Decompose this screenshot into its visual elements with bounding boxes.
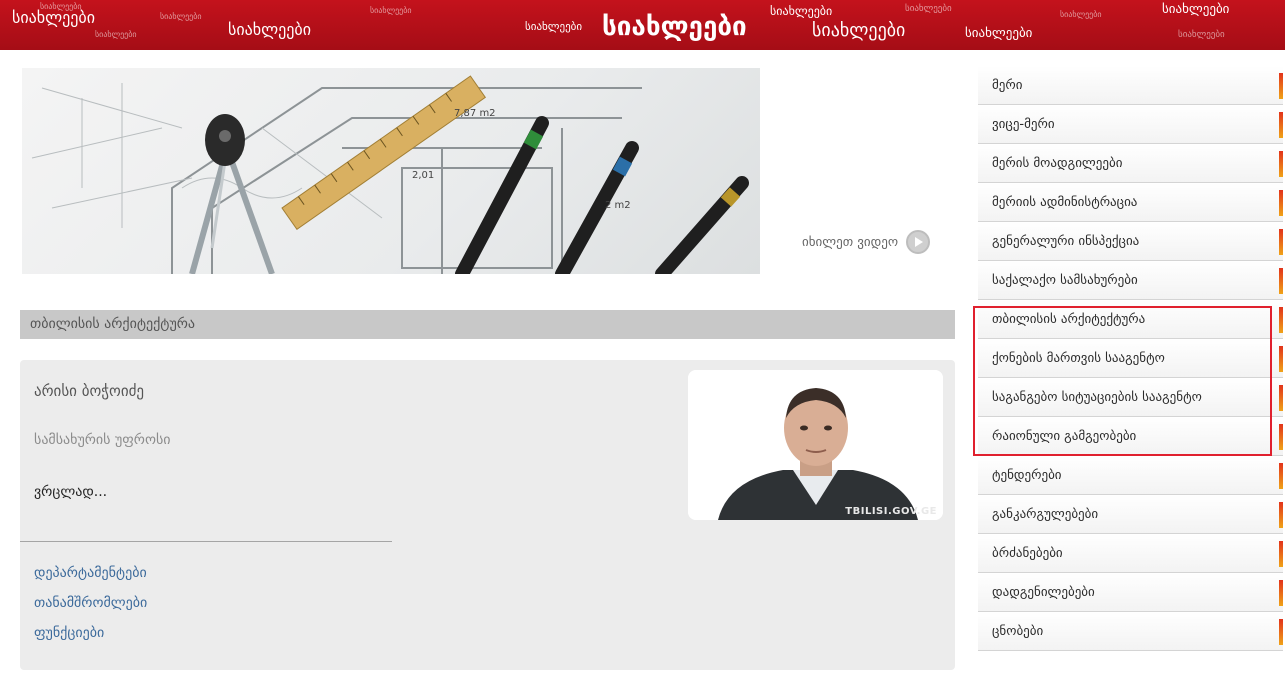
sidebar-item-vice-mayor[interactable]: ვიცე-მერი <box>978 105 1283 144</box>
sidebar-item-district-councils[interactable]: რაიონული გამგეობები <box>978 417 1283 456</box>
sidebar-item-deputy-mayors[interactable]: მერის მოადგილეები <box>978 144 1283 183</box>
banner-word: სიახლეები <box>160 12 202 21</box>
banner-word: სიახლეები <box>1178 30 1225 40</box>
head-info-panel: არისი ბოჭოიძე სამსახურის უფროსი ვრცლად..… <box>20 360 955 670</box>
staff-link[interactable]: თანამშრომლები <box>34 595 147 611</box>
blueprint-illustration: 7,87 m2 2,01 2 m2 <box>31 75 749 274</box>
banner-word: სიახლეები <box>1060 10 1102 19</box>
sidebar-item-architecture[interactable]: თბილისის არქიტექტურა <box>978 300 1283 339</box>
hero-banner[interactable]: 7,87 m2 2,01 2 m2 იხილეთ ვიდეო <box>20 66 955 284</box>
avatar: TBILISI.GOV.GE <box>688 370 943 520</box>
banner-word: სიახლეები <box>525 20 583 33</box>
photo-watermark: TBILISI.GOV.GE <box>845 506 937 517</box>
functions-link[interactable]: ფუნქციები <box>34 625 104 641</box>
banner-word: სიახლეები <box>905 4 952 14</box>
sidebar-item-city-services[interactable]: საქალაქო სამსახურები <box>978 261 1283 300</box>
read-more-link[interactable]: ვრცლად... <box>34 484 107 500</box>
sidebar-menu: მერი ვიცე-მერი მერის მოადგილეები მერიის … <box>978 66 1283 651</box>
area-label: 7,87 m2 <box>454 108 496 119</box>
person-role: სამსახურის უფროსი <box>34 432 171 448</box>
sidebar-item-orders[interactable]: ბრძანებები <box>978 534 1283 573</box>
banner-word: სიახლეები <box>812 20 906 41</box>
banner-word: სიახლეები <box>770 4 833 18</box>
sidebar-item-tenders[interactable]: ტენდერები <box>978 456 1283 495</box>
person-name: არისი ბოჭოიძე <box>34 382 145 400</box>
sidebar-item-property-agency[interactable]: ქონების მართვის სააგენტო <box>978 339 1283 378</box>
area-label: 2 m2 <box>605 200 631 211</box>
news-banner[interactable]: სიახლეები სიახლეები სიახლეები სიახლეები … <box>0 0 1285 50</box>
banner-word: სიახლეები <box>965 26 1033 41</box>
departments-link[interactable]: დეპარტამენტები <box>34 565 147 581</box>
view-video-label: იხილეთ ვიდეო <box>802 234 899 250</box>
banner-word: სიახლეები <box>40 2 82 11</box>
dimension-label: 2,01 <box>412 170 434 181</box>
architecture-drawing-image: 7,87 m2 2,01 2 m2 <box>22 68 760 274</box>
banner-word: სიახლეები <box>228 20 311 39</box>
banner-word: სიახლეები <box>1162 2 1230 17</box>
play-circle-icon[interactable] <box>906 230 931 254</box>
sidebar-item-resolutions[interactable]: დადგენილებები <box>978 573 1283 612</box>
sidebar-item-administration[interactable]: მერიის ადმინისტრაცია <box>978 183 1283 222</box>
divider <box>20 541 392 542</box>
sidebar-item-notices[interactable]: ცნობები <box>978 612 1283 651</box>
section-title: თბილისის არქიტექტურა <box>20 310 955 339</box>
view-video-link[interactable]: იხილეთ ვიდეო <box>802 230 931 254</box>
sidebar-item-decrees[interactable]: განკარგულებები <box>978 495 1283 534</box>
banner-word: სიახლეები <box>370 6 412 15</box>
sidebar-item-emergency-agency[interactable]: საგანგებო სიტუაციების სააგენტო <box>978 378 1283 417</box>
sidebar-item-mayor[interactable]: მერი <box>978 66 1283 105</box>
banner-headline: სიახლეები <box>602 12 747 42</box>
sidebar-item-inspection[interactable]: გენერალური ინსპექცია <box>978 222 1283 261</box>
person-photo <box>688 370 943 520</box>
banner-word: სიახლეები <box>95 30 137 39</box>
